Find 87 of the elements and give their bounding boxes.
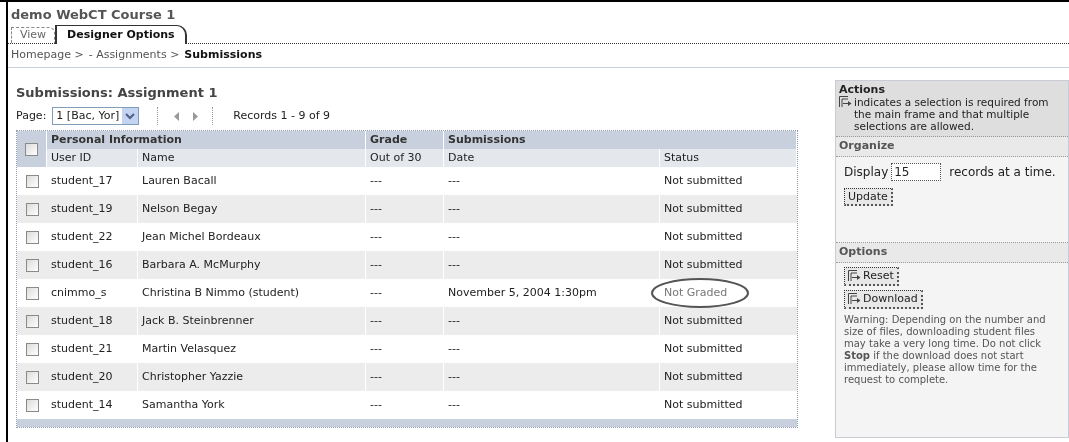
table-cell-text: --- [448, 312, 460, 329]
table-cell-text: --- [448, 368, 460, 385]
page-heading: Submissions: Assignment 1 [16, 84, 218, 102]
table-cell-text: --- [448, 172, 460, 189]
checkbox[interactable] [25, 258, 39, 272]
checkbox[interactable] [25, 398, 39, 412]
table-cell-text: Not submitted [664, 200, 743, 217]
table-cell-text: Not submitted [664, 368, 743, 385]
table-cell-text: --- [370, 256, 382, 273]
table-cell-text: Not submitted [664, 256, 743, 273]
table-cell-text: --- [370, 396, 382, 413]
display-label: Display [844, 164, 889, 181]
table-cell-text: Martin Velasquez [142, 340, 237, 357]
page-label: Page: [16, 107, 47, 124]
breadcrumb-link[interactable]: - Assignments > [88, 47, 180, 64]
checkbox[interactable] [25, 230, 39, 244]
table-cell-text: Jack B. Steinbrenner [142, 312, 254, 329]
table-cell-text: --- [370, 200, 382, 217]
table-cell-text: --- [448, 228, 460, 245]
table-cell-text: student_17 [51, 172, 113, 189]
table-cell-text: Not submitted [664, 312, 743, 329]
table-cell-text: student_16 [51, 256, 113, 273]
table-cell-text: Not submitted [664, 228, 743, 245]
column-header: Status [664, 149, 700, 166]
table-cell-text: --- [370, 340, 382, 357]
records-label: records at a time. [949, 164, 1056, 181]
checkbox[interactable] [25, 202, 39, 216]
page-select[interactable]: 1 [Bac, Yor] [52, 107, 140, 125]
table-cell-text: Lauren Bacall [142, 172, 217, 189]
column-header: Out of 30 [370, 149, 422, 166]
section-title: Options [839, 244, 888, 261]
tab[interactable]: Designer Options [55, 25, 187, 44]
table-cell-text: Not submitted [664, 340, 743, 357]
checkbox[interactable] [25, 286, 39, 300]
table-cell-text: student_20 [51, 368, 113, 385]
breadcrumb-link[interactable]: Homepage > [11, 47, 84, 64]
group-header: Personal Information [51, 131, 182, 148]
column-header: User ID [51, 149, 92, 166]
table-cell-text: --- [370, 284, 382, 301]
table-cell-text: Not submitted [664, 172, 743, 189]
records-count: Records 1 - 9 of 9 [233, 107, 331, 124]
checkbox[interactable] [25, 342, 39, 356]
action-button[interactable]: Download [844, 290, 923, 309]
table-cell-text: --- [370, 312, 382, 329]
table-cell-text: Not submitted [664, 396, 743, 413]
table-cell-text: Samantha York [142, 396, 225, 413]
table-cell-text: cnimmo_s [51, 284, 107, 301]
table-cell-text: student_22 [51, 228, 113, 245]
column-header: Name [142, 149, 175, 166]
table-cell-text: November 5, 2004 1:30pm [448, 284, 597, 301]
multi-select-icon [848, 293, 861, 305]
next-page-icon[interactable] [192, 111, 199, 121]
table-cell-text: --- [448, 200, 460, 217]
table-cell-text: Not Graded [664, 284, 728, 301]
checkbox[interactable] [25, 142, 38, 156]
group-header: Grade [370, 131, 408, 148]
section-title: Organize [839, 138, 895, 155]
table-cell-text: Nelson Begay [142, 200, 218, 217]
table-cell-text: --- [370, 172, 382, 189]
table-cell-text: Barbara A. McMurphy [142, 256, 261, 273]
table-cell-text: student_21 [51, 340, 113, 357]
previous-page-icon[interactable] [174, 111, 181, 121]
table-cell-text: student_19 [51, 200, 113, 217]
warning-text: Warning: Depending on the number and size of files, downloading student files may take a very long time. Do not click Stop if the download does not start immediately, please allow time for the request to complete. [844, 314, 1047, 386]
table-cell-text: Christopher Yazzie [142, 368, 244, 385]
table-cell-text: student_14 [51, 396, 113, 413]
table-cell-text: Christina B Nimmo (student) [142, 284, 300, 301]
table-cell-text: --- [370, 368, 382, 385]
table-cell-text: --- [448, 340, 460, 357]
action-button[interactable]: Reset [844, 267, 899, 286]
table-cell-text: student_18 [51, 312, 113, 329]
checkbox[interactable] [25, 314, 39, 328]
records-input[interactable]: 15 [891, 163, 942, 181]
multi-select-icon [848, 270, 861, 282]
column-header: Date [448, 149, 475, 166]
update-button[interactable]: Update [844, 188, 893, 206]
checkbox[interactable] [25, 370, 39, 384]
group-header: Submissions [448, 131, 526, 148]
table-cell-text: --- [370, 228, 382, 245]
info-text: indicates a selection is required from the main frame and that multiple selections are allowed. [854, 96, 1050, 132]
course-title: demo WebCT Course 1 [10, 6, 176, 24]
table-cell-text: Jean Michel Bordeaux [142, 228, 261, 245]
table-cell-text: --- [448, 396, 460, 413]
table-cell-text: --- [448, 256, 460, 273]
multi-select-icon [839, 96, 852, 108]
checkbox[interactable] [25, 174, 39, 188]
section-title: Actions [839, 83, 885, 96]
